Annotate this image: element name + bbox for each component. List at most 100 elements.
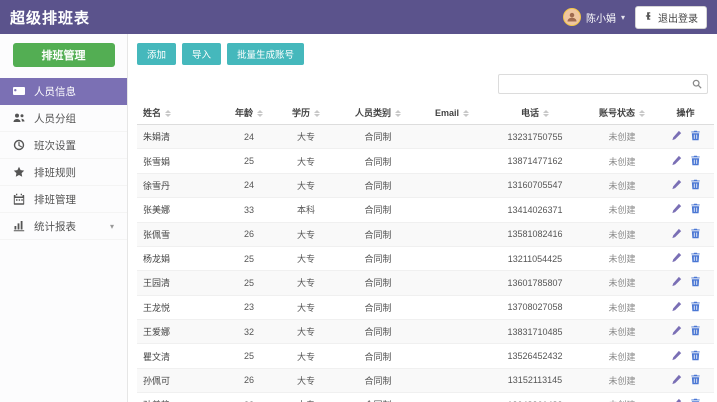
column-label: 账号状态 xyxy=(599,108,635,118)
sort-icon[interactable] xyxy=(165,110,171,117)
search-icon[interactable] xyxy=(692,79,707,89)
cell-name: 王园清 xyxy=(137,271,221,295)
cell-phone: 13211054425 xyxy=(483,246,587,270)
edit-button[interactable] xyxy=(667,397,686,402)
users-icon xyxy=(13,112,25,124)
delete-button[interactable] xyxy=(686,202,705,217)
sort-icon[interactable] xyxy=(639,110,645,117)
schedule-manage-header-button[interactable]: 排班管理 xyxy=(13,43,115,67)
column-header-name[interactable]: 姓名 xyxy=(137,101,221,125)
star-icon xyxy=(13,166,25,178)
sidebar-item-stats-report[interactable]: 统计报表▾ xyxy=(0,213,127,240)
cell-ops xyxy=(657,222,714,246)
delete-button[interactable] xyxy=(686,129,705,144)
calendar-icon xyxy=(13,193,25,205)
shift-icon xyxy=(13,139,25,151)
cell-status: 未创建 xyxy=(587,222,657,246)
logout-icon xyxy=(644,11,654,24)
delete-button[interactable] xyxy=(686,251,705,266)
sidebar-item-personnel-info[interactable]: 人员信息 xyxy=(0,78,127,105)
cell-email xyxy=(421,344,483,368)
edit-button[interactable] xyxy=(667,275,686,290)
table-row: 徐雪丹24大专合同制13160705547未创建 xyxy=(137,173,714,197)
delete-button[interactable] xyxy=(686,373,705,388)
delete-icon xyxy=(690,397,701,402)
sort-icon[interactable] xyxy=(395,110,401,117)
cell-edu: 大专 xyxy=(277,246,335,270)
sort-icon[interactable] xyxy=(257,110,263,117)
delete-button[interactable] xyxy=(686,397,705,402)
column-header-age[interactable]: 年龄 xyxy=(221,101,277,125)
cell-phone: 13160705547 xyxy=(483,173,587,197)
sidebar-item-schedule-manage[interactable]: 排班管理 xyxy=(0,186,127,213)
edit-button[interactable] xyxy=(667,324,686,339)
table-row: 王龙悦23大专合同制13708027058未创建 xyxy=(137,295,714,319)
add-button[interactable]: 添加 xyxy=(137,43,176,65)
column-header-category[interactable]: 人员类别 xyxy=(335,101,421,125)
cell-category: 合同制 xyxy=(335,173,421,197)
page-title: 超级排班表 xyxy=(10,7,90,28)
search-input[interactable] xyxy=(499,75,692,93)
sidebar-item-personnel-group[interactable]: 人员分组 xyxy=(0,105,127,132)
cell-phone: 13152113145 xyxy=(483,368,587,392)
sidebar-item-label: 人员信息 xyxy=(34,84,76,99)
sort-icon[interactable] xyxy=(543,110,549,117)
sidebar-item-schedule-rules[interactable]: 排班规则 xyxy=(0,159,127,186)
edit-button[interactable] xyxy=(667,300,686,315)
edit-button[interactable] xyxy=(667,251,686,266)
delete-button[interactable] xyxy=(686,227,705,242)
edit-button[interactable] xyxy=(667,202,686,217)
delete-icon xyxy=(690,202,701,217)
edit-button[interactable] xyxy=(667,178,686,193)
table-row: 王爱娜32大专合同制13831710485未创建 xyxy=(137,320,714,344)
column-header-edu[interactable]: 学历 xyxy=(277,101,335,125)
edit-button[interactable] xyxy=(667,227,686,242)
delete-button[interactable] xyxy=(686,300,705,315)
cell-edu: 大专 xyxy=(277,125,335,149)
delete-button[interactable] xyxy=(686,349,705,364)
edit-button[interactable] xyxy=(667,373,686,388)
edit-button[interactable] xyxy=(667,349,686,364)
delete-button[interactable] xyxy=(686,154,705,169)
cell-ops xyxy=(657,295,714,319)
cell-age: 32 xyxy=(221,320,277,344)
sidebar-item-label: 排班管理 xyxy=(34,192,76,207)
cell-name: 杨龙娟 xyxy=(137,246,221,270)
cell-edu: 本科 xyxy=(277,198,335,222)
edit-icon xyxy=(671,324,682,339)
cell-age: 26 xyxy=(221,368,277,392)
batch-create-accounts-button[interactable]: 批量生成账号 xyxy=(227,43,304,65)
chart-icon xyxy=(13,220,25,232)
cell-age: 25 xyxy=(221,149,277,173)
edit-button[interactable] xyxy=(667,129,686,144)
cell-category: 合同制 xyxy=(335,320,421,344)
delete-button[interactable] xyxy=(686,275,705,290)
table-row: 张佩雪26大专合同制13581082416未创建 xyxy=(137,222,714,246)
sort-icon[interactable] xyxy=(314,110,320,117)
table-header-row: 姓名年龄学历人员类别Email电话账号状态操作 xyxy=(137,101,714,125)
cell-email xyxy=(421,125,483,149)
edit-button[interactable] xyxy=(667,154,686,169)
import-button[interactable]: 导入 xyxy=(182,43,221,65)
logout-button[interactable]: 退出登录 xyxy=(635,6,707,29)
sidebar-item-shift-settings[interactable]: 班次设置 xyxy=(0,132,127,159)
table-row: 孙佩可26大专合同制13152113145未创建 xyxy=(137,368,714,392)
sidebar-item-label: 排班规则 xyxy=(34,165,76,180)
delete-button[interactable] xyxy=(686,178,705,193)
column-header-email[interactable]: Email xyxy=(421,101,483,125)
delete-icon xyxy=(690,324,701,339)
user-menu[interactable]: 陈小娟 ▾ xyxy=(563,8,625,26)
table-row: 张美娜33本科合同制13414026371未创建 xyxy=(137,198,714,222)
column-label: Email xyxy=(435,108,459,118)
cell-email xyxy=(421,295,483,319)
cell-edu: 大专 xyxy=(277,295,335,319)
cell-email xyxy=(421,393,483,402)
sort-icon[interactable] xyxy=(463,110,469,117)
cell-phone: 13581082416 xyxy=(483,222,587,246)
column-header-phone[interactable]: 电话 xyxy=(483,101,587,125)
cell-ops xyxy=(657,271,714,295)
column-header-status[interactable]: 账号状态 xyxy=(587,101,657,125)
delete-button[interactable] xyxy=(686,324,705,339)
search-box xyxy=(498,74,708,94)
cell-category: 合同制 xyxy=(335,149,421,173)
